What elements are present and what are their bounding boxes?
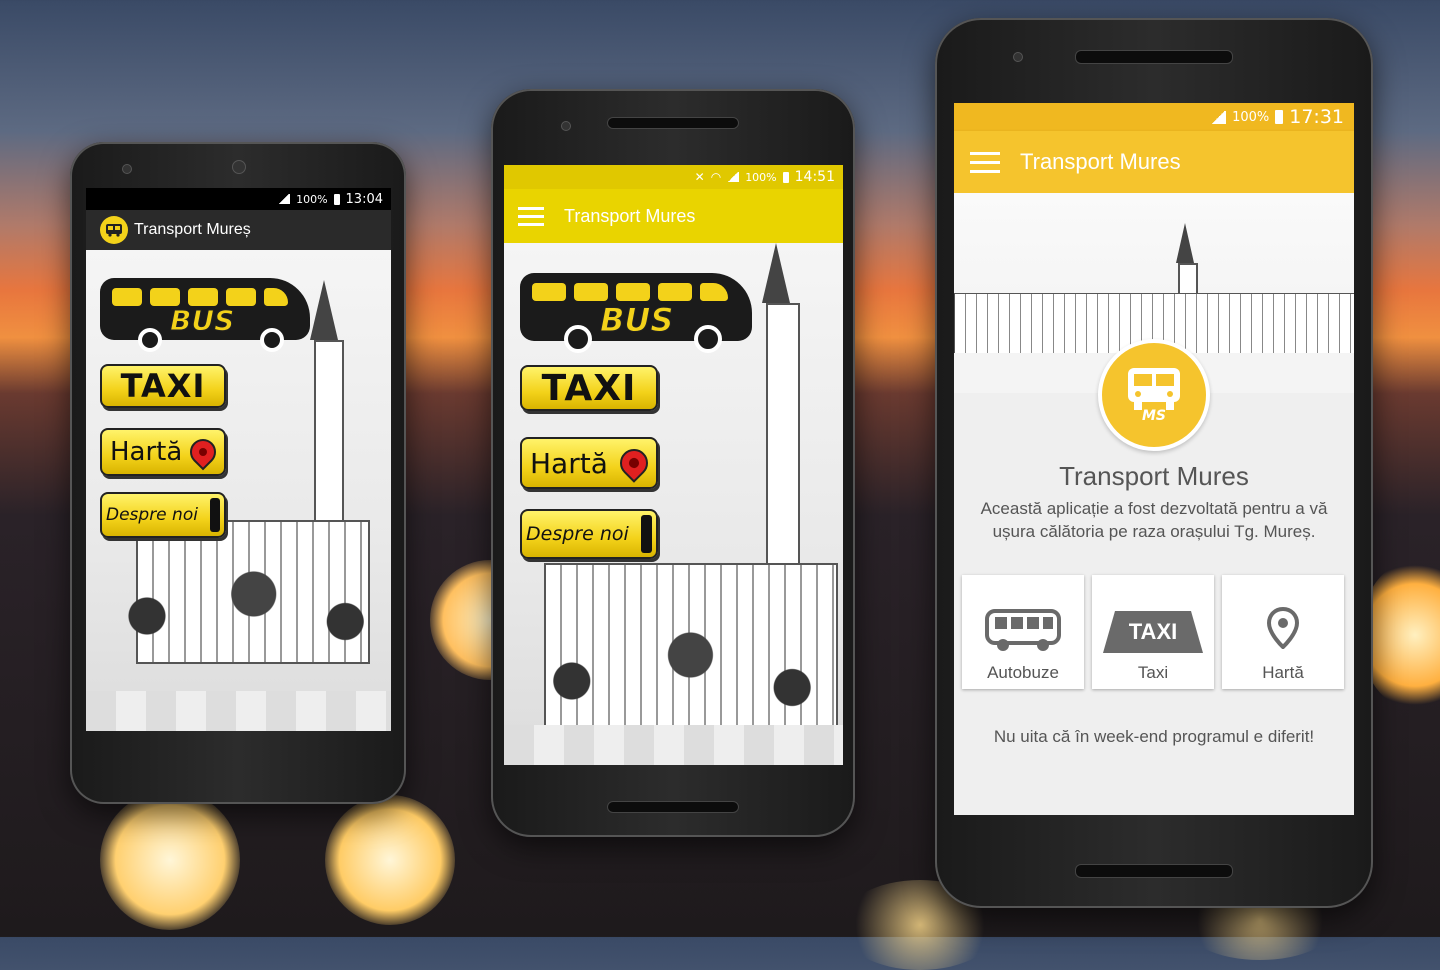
bus-button[interactable]: BUS	[100, 278, 310, 352]
battery-percent: 100%	[1232, 109, 1270, 125]
tower-spire	[762, 243, 790, 303]
person-icon	[210, 498, 220, 532]
signal-icon	[1210, 110, 1227, 124]
about-button-label: Despre noi	[106, 505, 198, 525]
harta-card[interactable]: Hartă	[1222, 575, 1344, 689]
map-button-label: Hartă	[110, 437, 183, 467]
app-bar: Transport Mures	[504, 189, 843, 243]
autobuze-card[interactable]: Autobuze	[962, 575, 1084, 689]
taxi-button-label: TAXI	[541, 367, 637, 409]
front-camera	[561, 121, 571, 131]
status-bar: ✕ ◠ 100% 14:51	[504, 165, 843, 189]
map-button-label: Hartă	[530, 446, 608, 480]
bus-front-icon	[1128, 368, 1180, 410]
bottom-speaker	[607, 801, 739, 813]
app-logo-icon	[100, 216, 128, 244]
clock-tower	[766, 303, 800, 567]
app-title: Transport Mures	[564, 205, 696, 226]
app-bar: Transport Mureș	[86, 210, 391, 250]
taxi-card[interactable]: TAXI Taxi	[1092, 575, 1214, 689]
taxi-button[interactable]: TAXI	[520, 365, 658, 411]
phone-middle: ✕ ◠ 100% 14:51 Transport Mures BUS TAXI	[491, 89, 855, 837]
clock: 13:04	[345, 191, 383, 207]
bokeh-light	[325, 795, 455, 925]
clock: 17:31	[1289, 106, 1344, 128]
menu-icon[interactable]	[970, 151, 1000, 173]
bus-button-label: BUS	[599, 301, 674, 340]
map-button[interactable]: Hartă	[100, 428, 226, 476]
trees	[504, 603, 843, 733]
battery-percent: 100%	[745, 170, 777, 184]
app-description: Această aplicație a fost dezvoltată pent…	[980, 499, 1328, 541]
top-speaker	[1075, 50, 1233, 64]
road	[86, 691, 391, 731]
battery-icon	[1275, 110, 1284, 124]
mute-icon: ✕	[694, 170, 705, 184]
status-bar: 100% 13:04	[86, 188, 391, 210]
front-camera	[122, 164, 132, 174]
wifi-icon: ◠	[710, 170, 722, 184]
tower-spire	[310, 280, 338, 340]
taxi-icon: TAXI	[1103, 611, 1203, 653]
status-bar: 100% 17:31	[954, 103, 1354, 131]
app-title: Transport Mures	[1020, 149, 1181, 174]
app-bar: Transport Mures	[954, 131, 1354, 193]
tower-spire	[1176, 223, 1194, 263]
sensor	[232, 160, 246, 174]
screen-left: 100% 13:04 Transport Mureș BUS TAXI Hart…	[86, 188, 391, 731]
top-speaker	[607, 117, 739, 129]
battery-percent: 100%	[296, 192, 328, 206]
bus-icon	[985, 609, 1061, 651]
front-camera	[1013, 52, 1023, 62]
bus-button-label: BUS	[169, 304, 235, 338]
taxi-icon-text: TAXI	[1128, 619, 1178, 644]
taxi-label: Taxi	[1137, 663, 1169, 682]
taxi-button[interactable]: TAXI	[100, 364, 226, 408]
map-pin-icon	[614, 443, 654, 483]
bus-button[interactable]: BUS	[520, 273, 752, 353]
harta-label: Hartă	[1262, 663, 1304, 682]
screen-middle: ✕ ◠ 100% 14:51 Transport Mures BUS TAXI	[504, 165, 843, 765]
logo-text: MS	[1141, 408, 1166, 424]
about-button[interactable]: Despre noi	[100, 492, 226, 538]
bottom-speaker	[1075, 864, 1233, 878]
signal-icon	[727, 172, 740, 182]
about-button[interactable]: Despre noi	[520, 509, 658, 559]
menu-icon[interactable]	[518, 206, 544, 226]
app-title: Transport Mureș	[134, 221, 251, 238]
signal-icon	[278, 194, 291, 204]
road	[504, 725, 843, 765]
footer-note: Nu uita că în week-end programul e difer…	[993, 727, 1315, 746]
map-pin-icon	[184, 433, 222, 471]
bokeh-light	[100, 790, 240, 930]
about-button-label: Despre noi	[526, 523, 629, 545]
trees	[86, 550, 391, 660]
clock: 14:51	[794, 169, 835, 185]
battery-icon	[333, 193, 340, 205]
battery-icon	[782, 171, 789, 183]
taxi-button-label: TAXI	[120, 367, 206, 405]
app-heading: Transport Mures	[1059, 461, 1249, 491]
app-logo: MS	[1098, 339, 1210, 451]
person-icon	[641, 515, 652, 553]
map-pin-icon	[1267, 607, 1299, 649]
autobuze-label: Autobuze	[987, 663, 1059, 682]
screen-right: 100% 17:31 Transport Mures MS Transport …	[954, 103, 1354, 815]
phone-right: 100% 17:31 Transport Mures MS Transport …	[935, 18, 1373, 908]
phone-left: 100% 13:04 Transport Mureș BUS TAXI Hart…	[70, 142, 406, 804]
map-button[interactable]: Hartă	[520, 437, 658, 489]
